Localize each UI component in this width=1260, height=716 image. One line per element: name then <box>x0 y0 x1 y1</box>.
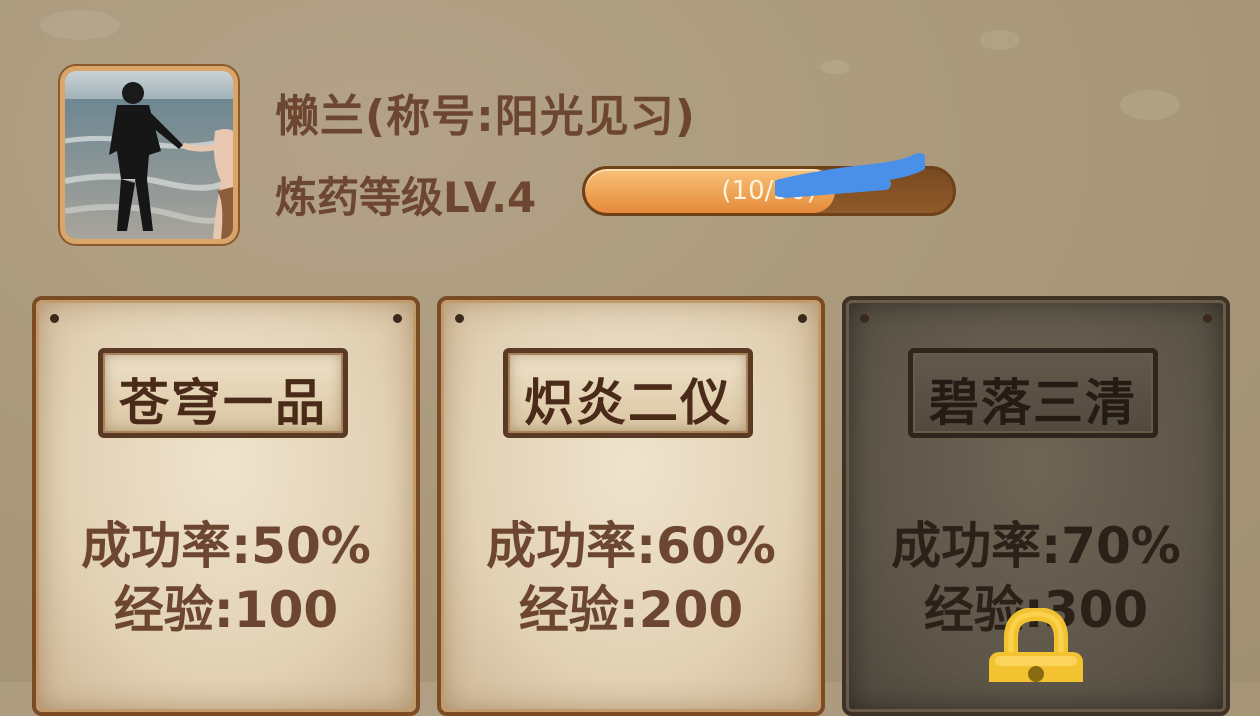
avatar-photo <box>65 71 233 239</box>
success-rate: 成功率:70% <box>891 517 1181 575</box>
player-name: 懒兰(称号:阳光见习) <box>275 91 696 142</box>
pill-card-2[interactable]: 炽炎二仪 成功率:60% 经验:200 <box>437 296 825 716</box>
lock-icon <box>989 608 1083 682</box>
card-title-plaque: 苍穹一品 <box>98 348 348 438</box>
card-title: 碧落三清 <box>929 374 1137 432</box>
card-title-plaque: 碧落三清 <box>908 348 1158 438</box>
redaction-scribble <box>775 153 925 198</box>
exp-reward: 经验:200 <box>518 581 744 639</box>
success-rate: 成功率:50% <box>81 517 371 575</box>
card-title-plaque: 炽炎二仪 <box>503 348 753 438</box>
alchemy-level: 炼药等级LV.4 <box>275 173 537 222</box>
pill-card-1[interactable]: 苍穹一品 成功率:50% 经验:100 <box>32 296 420 716</box>
card-title: 苍穹一品 <box>119 374 327 432</box>
exp-reward: 经验:100 <box>113 581 339 639</box>
card-title: 炽炎二仪 <box>524 374 732 432</box>
avatar[interactable] <box>60 66 238 244</box>
success-rate: 成功率:60% <box>486 517 776 575</box>
